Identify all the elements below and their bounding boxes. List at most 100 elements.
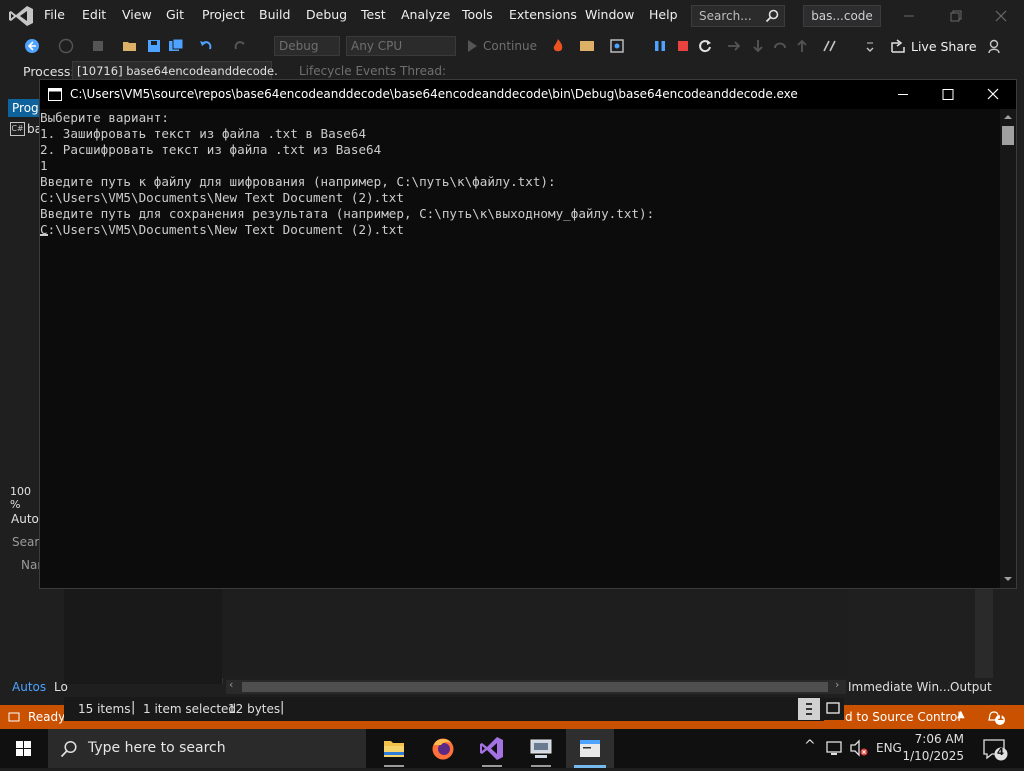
file-explorer-icon	[384, 741, 404, 757]
console-output[interactable]: Выберите вариант: 1. Зашифровать текст и…	[40, 109, 1000, 587]
immediate-window-tab[interactable]: Immediate Win...	[848, 680, 951, 694]
menu-analyze[interactable]: Analyze	[401, 7, 450, 22]
console-app-icon	[580, 740, 600, 757]
horizontal-scrollbar[interactable]: ‹ ›	[226, 678, 846, 694]
menu-tools[interactable]: Tools	[462, 7, 493, 22]
vs-close-button[interactable]	[978, 0, 1024, 32]
scroll-down-icon[interactable]	[1000, 571, 1016, 587]
menu-file[interactable]: File	[44, 7, 65, 22]
toolbar-overflow-icon[interactable]	[862, 38, 878, 54]
hex-display-icon[interactable]	[822, 38, 838, 54]
solution-name-badge[interactable]: bas...code	[803, 5, 881, 27]
live-share-icon[interactable]	[890, 38, 906, 54]
save-icon[interactable]	[146, 38, 162, 54]
scroll-right-icon[interactable]: ›	[835, 678, 839, 691]
console-maximize-button[interactable]	[925, 80, 970, 109]
undo-icon[interactable]	[198, 38, 214, 54]
large-icons-view-button[interactable]	[822, 698, 844, 720]
explorer-selected-size: 12 bytes	[228, 702, 281, 716]
console-titlebar[interactable]: C:\Users\VM5\source\repos\base64encodean…	[40, 80, 1016, 109]
continue-button-label[interactable]: Continue	[483, 39, 537, 53]
menu-build[interactable]: Build	[259, 7, 290, 22]
browse-icon[interactable]	[609, 38, 625, 54]
process-dropdown[interactable]: [10716] base64encodeanddecode.	[72, 61, 278, 81]
console-close-button[interactable]	[970, 80, 1016, 109]
menu-edit[interactable]: Edit	[82, 7, 106, 22]
volume-muted-icon[interactable]	[849, 738, 869, 758]
step-back-icon[interactable]	[794, 38, 810, 54]
console-scroll-thumb[interactable]	[1002, 126, 1014, 145]
scroll-left-icon[interactable]: ‹	[229, 678, 233, 691]
taskbar-file-explorer[interactable]	[370, 729, 418, 768]
vertical-scrollbar[interactable]	[975, 588, 993, 678]
running-indicator	[384, 765, 404, 767]
menu-debug[interactable]: Debug	[306, 7, 347, 22]
stop-debugging-icon[interactable]	[675, 38, 691, 54]
taskbar-vmconnect[interactable]	[517, 729, 565, 768]
taskbar-visual-studio[interactable]	[468, 729, 516, 768]
locals-bottom-tab[interactable]: Lo	[54, 680, 68, 694]
firefox-icon	[432, 738, 454, 760]
details-view-icon	[806, 703, 812, 715]
vs-minimize-button[interactable]	[886, 0, 932, 32]
solution-configuration-dropdown[interactable]: Debug	[274, 36, 340, 56]
action-center-button[interactable]: 4	[978, 729, 1018, 768]
scroll-thumb[interactable]	[242, 682, 828, 692]
open-folder-icon[interactable]	[122, 38, 138, 54]
diagnostic-tools-icon[interactable]	[579, 38, 595, 54]
console-line: Введите путь для сохранения результата (…	[40, 206, 655, 221]
program-tab[interactable]: Progr	[8, 99, 44, 117]
break-all-pause-icon[interactable]	[652, 38, 668, 54]
console-scrollbar[interactable]	[1000, 109, 1016, 588]
network-icon[interactable]	[825, 738, 845, 758]
language-indicator[interactable]: ENG	[876, 741, 902, 755]
console-minimize-button[interactable]	[880, 80, 925, 109]
file-tab[interactable]: C# ba	[10, 122, 42, 138]
menu-help[interactable]: Help	[649, 7, 678, 22]
navigate-back-icon[interactable]	[24, 38, 40, 54]
feedback-person-icon[interactable]	[988, 38, 1004, 54]
taskbar-search-box[interactable]: Type here to search	[48, 729, 366, 768]
menu-view[interactable]: View	[122, 7, 152, 22]
menu-project[interactable]: Project	[202, 7, 245, 22]
show-hidden-icons-chevron-icon[interactable]: ^	[804, 738, 816, 754]
output-tab[interactable]: Output	[950, 680, 992, 694]
hot-reload-flame-icon[interactable]	[550, 38, 566, 54]
navigate-forward-icon[interactable]	[58, 38, 74, 54]
taskbar-clock[interactable]: 7:06 AM 1/10/2025	[902, 731, 972, 765]
ready-status-icon	[8, 712, 20, 722]
vs-search-box[interactable]: Search...	[691, 5, 785, 27]
taskbar-console-active[interactable]	[566, 729, 614, 768]
new-project-icon[interactable]	[90, 38, 106, 54]
restart-icon[interactable]	[697, 38, 713, 54]
console-line: C:\Users\VM5\Documents\New Text Document…	[40, 190, 404, 205]
menu-window[interactable]: Window	[585, 7, 634, 22]
console-line: Введите путь к файлу для шифрования (нап…	[40, 174, 556, 189]
vs-titlebar: File Edit View Git Project Build Debug T…	[0, 0, 1024, 32]
redo-icon[interactable]	[232, 38, 248, 54]
taskbar-firefox[interactable]	[419, 729, 467, 768]
start-button[interactable]	[0, 729, 48, 768]
details-view-button[interactable]	[798, 698, 820, 720]
menu-test[interactable]: Test	[361, 7, 386, 22]
autos-bottom-tab[interactable]: Autos	[12, 680, 46, 694]
continue-play-icon[interactable]	[464, 38, 480, 54]
live-share-button[interactable]: Live Share	[911, 39, 977, 54]
solution-platform-dropdown[interactable]: Any CPU	[346, 36, 456, 56]
chevron-up-icon[interactable]: ▲	[957, 709, 965, 720]
add-to-source-control-button[interactable]: d to Source Control	[845, 710, 961, 724]
lifecycle-events-label[interactable]: Lifecycle Events	[299, 64, 396, 78]
menu-git[interactable]: Git	[166, 7, 184, 22]
menu-extensions[interactable]: Extensions	[509, 7, 577, 22]
step-into-icon[interactable]	[750, 38, 766, 54]
console-window[interactable]: C:\Users\VM5\source\repos\base64encodean…	[39, 79, 1017, 589]
thread-label: Thread:	[400, 64, 447, 78]
zoom-level[interactable]: 100 %	[10, 485, 40, 511]
step-out-icon[interactable]	[772, 38, 788, 54]
vs-restore-button[interactable]	[932, 0, 978, 32]
close-icon	[995, 10, 1007, 22]
save-all-icon[interactable]	[168, 38, 184, 54]
console-window-title: C:\Users\VM5\source\repos\base64encodean…	[70, 87, 798, 101]
scroll-up-icon[interactable]	[1000, 109, 1016, 125]
step-over-icon[interactable]	[726, 38, 742, 54]
